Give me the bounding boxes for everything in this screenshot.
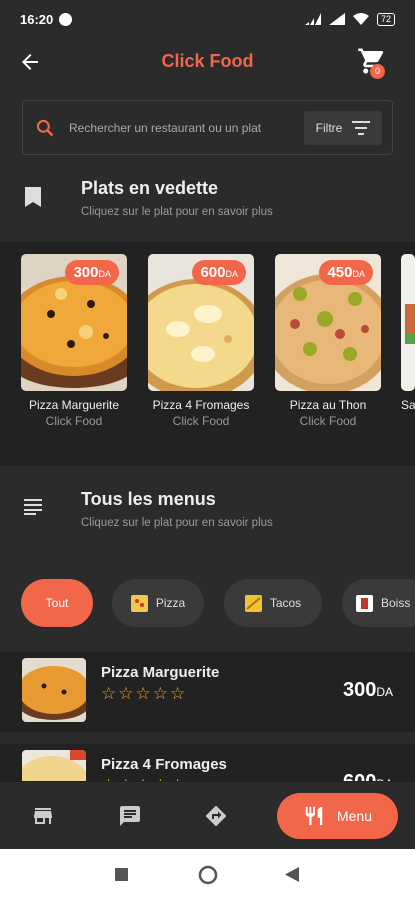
price-badge: 600DA <box>192 260 246 285</box>
status-icons: 72 <box>304 12 395 26</box>
featured-card[interactable]: 450DA Pizza au Thon Click Food <box>275 254 381 428</box>
featured-header: Plats en vedette Cliquez sur le plat pou… <box>0 178 415 238</box>
menus-subtitle: Cliquez sur le plat pour en savoir plus <box>81 517 273 529</box>
filter-button[interactable]: Filtre <box>304 111 382 145</box>
price-badge: 450DA <box>319 260 373 285</box>
menu-item-image <box>22 750 86 781</box>
wifi-icon <box>352 13 369 25</box>
signal-icon <box>304 13 321 25</box>
card-name: Pizza Marguerite <box>28 398 120 412</box>
menu-list-item[interactable]: Pizza Marguerite ☆☆☆☆☆ 300DA <box>0 652 415 732</box>
featured-card[interactable]: 600DA Pizza 4 Fromages Click Food <box>148 254 254 428</box>
page-title: Click Food <box>161 50 254 71</box>
menu-item-image <box>22 658 86 722</box>
chip-all[interactable]: Tout <box>21 579 93 627</box>
status-bar: 16:20 72 <box>0 0 415 38</box>
chip-pizza[interactable]: Pizza <box>112 579 204 627</box>
search-icon <box>36 119 54 136</box>
signal-icon-2 <box>328 13 345 25</box>
chat-icon[interactable] <box>118 804 142 828</box>
chip-boissons[interactable]: Boiss <box>342 579 415 627</box>
messenger-icon <box>59 12 73 26</box>
featured-card-partial[interactable]: Sa <box>401 254 415 412</box>
featured-card[interactable]: 300DA Pizza Marguerite Click Food <box>21 254 127 428</box>
pizza-image: 450DA <box>275 254 381 391</box>
menu-item-name: Pizza Marguerite <box>101 664 220 681</box>
card-name: Pizza au Thon <box>289 398 367 412</box>
chip-tacos[interactable]: Tacos <box>224 579 322 627</box>
card-name: Pizza 4 Fromages <box>152 398 250 412</box>
recents-icon[interactable] <box>115 868 128 881</box>
system-nav-bar <box>0 849 415 900</box>
card-restaurant: Click Food <box>172 414 230 428</box>
menu-item-name: Pizza 4 Fromages <box>101 756 227 773</box>
home-icon[interactable] <box>198 865 218 885</box>
list-icon <box>24 499 42 515</box>
store-icon[interactable] <box>31 804 55 828</box>
food-image <box>401 254 415 391</box>
menu-list-item[interactable]: Pizza 4 Fromages ★★★★★ 600DA <box>0 744 415 781</box>
back-arrow-icon[interactable] <box>18 50 42 74</box>
status-time: 16:20 <box>20 11 54 27</box>
pizza-image: 300DA <box>21 254 127 391</box>
directions-icon[interactable] <box>204 804 228 828</box>
pizza-icon <box>130 594 148 612</box>
bottom-nav: Menu <box>0 781 415 849</box>
menus-title: Tous les menus <box>81 489 216 509</box>
app-header: Click Food 0 <box>0 38 415 84</box>
battery-icon: 72 <box>376 12 395 26</box>
card-restaurant: Click Food <box>299 414 357 428</box>
menu-item-price: 600DA <box>343 771 393 781</box>
menus-header: Tous les menus Cliquez sur le plat pour … <box>0 489 415 549</box>
search-bar: Filtre <box>22 100 393 155</box>
filter-icon <box>352 121 371 135</box>
featured-subtitle: Cliquez sur le plat pour en savoir plus <box>81 206 273 218</box>
pizza-image: 600DA <box>148 254 254 391</box>
price-badge: 300DA <box>65 260 119 285</box>
menu-button-label: Menu <box>336 808 373 824</box>
cart-badge: 0 <box>370 64 385 79</box>
card-restaurant: Click Food <box>45 414 103 428</box>
rating-stars: ☆☆☆☆☆ <box>101 684 188 703</box>
featured-title: Plats en vedette <box>81 178 219 198</box>
search-input[interactable] <box>69 120 299 135</box>
restaurant-icon <box>305 806 323 826</box>
card-name: Sa <box>401 398 415 412</box>
bookmark-icon <box>25 187 41 207</box>
drink-icon <box>356 594 373 612</box>
filter-label: Filtre <box>315 121 343 135</box>
back-nav-icon[interactable] <box>285 867 299 882</box>
menu-item-price: 300DA <box>342 679 393 701</box>
menu-button[interactable]: Menu <box>277 793 398 839</box>
tacos-icon <box>244 594 262 612</box>
